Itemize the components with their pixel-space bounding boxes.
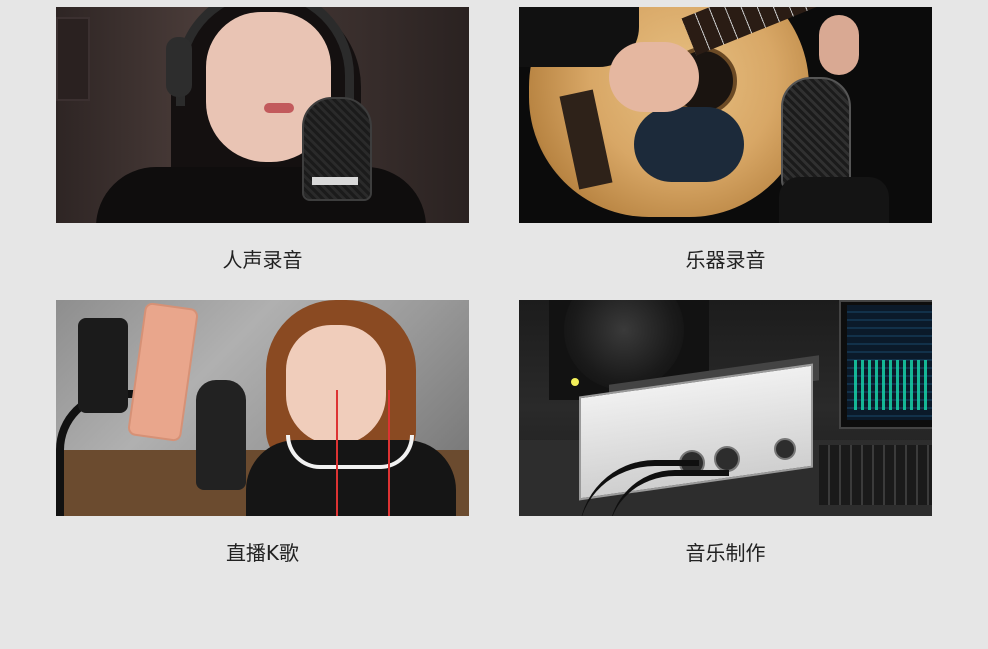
vocal-recording-photo <box>56 7 469 223</box>
tile-live-karaoke: 直播K歌 <box>56 300 469 567</box>
tile-music-production: 音乐制作 <box>519 300 932 567</box>
tile-vocal-recording: 人声录音 <box>56 7 469 274</box>
live-karaoke-photo <box>56 300 469 516</box>
tile-instrument-recording: 乐器录音 <box>519 7 932 274</box>
instrument-recording-photo <box>519 7 932 223</box>
tile-caption: 乐器录音 <box>685 248 766 272</box>
tile-caption: 直播K歌 <box>225 541 300 565</box>
tile-caption: 人声录音 <box>222 248 303 272</box>
music-production-photo <box>519 300 932 516</box>
tile-caption: 音乐制作 <box>685 541 766 565</box>
